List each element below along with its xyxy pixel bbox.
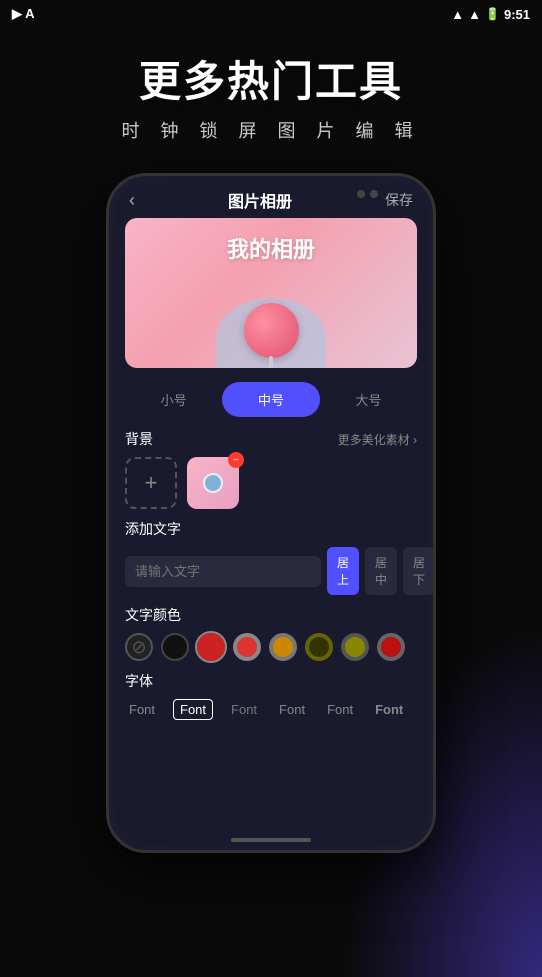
phone-mockup: ‹ 图片相册 保存 我的相册 小号 中号 大号 背景 更多美化素材 › <box>106 173 436 853</box>
color-header: 文字颜色 <box>125 605 417 625</box>
background-items: + − <box>125 457 417 509</box>
size-medium-button[interactable]: 中号 <box>222 382 319 417</box>
text-input-field[interactable] <box>125 556 321 587</box>
text-input-row: 居上 居中 居下 <box>125 547 417 595</box>
lollipop-plate <box>216 298 326 368</box>
camera-dot-2 <box>370 190 378 198</box>
font-section: 字体 Font Font Font Font Font Font Font <box>109 671 433 720</box>
color-section: 文字颜色 ⊘ <box>109 605 433 661</box>
color-gold[interactable] <box>269 633 297 661</box>
background-more-link[interactable]: 更多美化素材 › <box>338 431 417 448</box>
color-none[interactable]: ⊘ <box>125 633 153 661</box>
wifi-icon: ▲ <box>468 7 481 22</box>
position-middle-button[interactable]: 居中 <box>365 547 397 595</box>
text-section-label: 添加文字 <box>125 519 181 539</box>
text-section-header: 添加文字 <box>125 519 417 539</box>
font-item-3[interactable]: Font <box>275 700 309 719</box>
color-label: 文字颜色 <box>125 605 181 625</box>
lollipop-candy <box>244 303 299 358</box>
color-row: ⊘ <box>125 633 417 661</box>
font-header: 字体 <box>125 671 417 691</box>
font-label: 字体 <box>125 671 153 691</box>
color-black[interactable] <box>161 633 189 661</box>
home-indicator <box>231 838 311 842</box>
size-large-button[interactable]: 大号 <box>320 382 417 417</box>
background-header: 背景 更多美化素材 › <box>125 429 417 449</box>
hero-title: 更多热门工具 <box>139 48 403 109</box>
color-red-3[interactable] <box>377 633 405 661</box>
size-small-button[interactable]: 小号 <box>125 382 222 417</box>
text-section: 添加文字 居上 居中 居下 <box>109 519 433 595</box>
back-button[interactable]: ‹ <box>129 190 135 211</box>
font-item-2[interactable]: Font <box>227 700 261 719</box>
status-bar: ▶ A ▲ ▲ 🔋 9:51 <box>0 0 542 28</box>
add-icon: + <box>145 470 158 496</box>
save-button[interactable]: 保存 <box>385 190 413 210</box>
add-background-button[interactable]: + <box>125 457 177 509</box>
camera-dot-1 <box>357 190 365 198</box>
hero-subtitle: 时 钟 锁 屏 图 片 编 辑 <box>121 117 420 143</box>
phone-nav-bar: ‹ 图片相册 保存 <box>109 176 433 218</box>
no-color-icon: ⊘ <box>131 638 146 656</box>
font-row: Font Font Font Font Font Font Font <box>125 699 417 720</box>
background-item-1[interactable]: − <box>187 457 239 509</box>
color-olive-dark[interactable] <box>305 633 333 661</box>
preview-area: 我的相册 <box>125 218 417 368</box>
font-item-5[interactable]: Font <box>371 700 407 719</box>
camera-dots <box>357 190 378 198</box>
signal-icon: ▲ <box>451 7 464 22</box>
background-section: 背景 更多美化素材 › + − <box>109 429 433 509</box>
size-selector: 小号 中号 大号 <box>125 382 417 417</box>
status-right: ▲ ▲ 🔋 9:51 <box>451 7 530 22</box>
battery-icon: 🔋 <box>485 7 500 21</box>
color-red-1[interactable] <box>197 633 225 661</box>
font-item-4[interactable]: Font <box>323 700 357 719</box>
main-content: 更多热门工具 时 钟 锁 屏 图 片 编 辑 ‹ 图片相册 保存 我的相册 小号 <box>0 28 542 977</box>
position-bottom-button[interactable]: 居下 <box>403 547 435 595</box>
font-item-1[interactable]: Font <box>173 699 213 720</box>
font-item-0[interactable]: Font <box>125 700 159 719</box>
nav-title: 图片相册 <box>228 188 292 212</box>
position-top-button[interactable]: 居上 <box>327 547 359 595</box>
status-left: ▶ A <box>12 6 35 22</box>
time-display: 9:51 <box>504 7 530 22</box>
lollipop-decoration <box>216 298 326 368</box>
album-title-text: 我的相册 <box>227 232 315 264</box>
background-label: 背景 <box>125 429 153 449</box>
delete-badge[interactable]: − <box>228 452 244 468</box>
app-icon-left: ▶ A <box>12 6 35 22</box>
color-olive[interactable] <box>341 633 369 661</box>
color-red-2[interactable] <box>233 633 261 661</box>
bg-item-center-dot <box>203 473 223 493</box>
